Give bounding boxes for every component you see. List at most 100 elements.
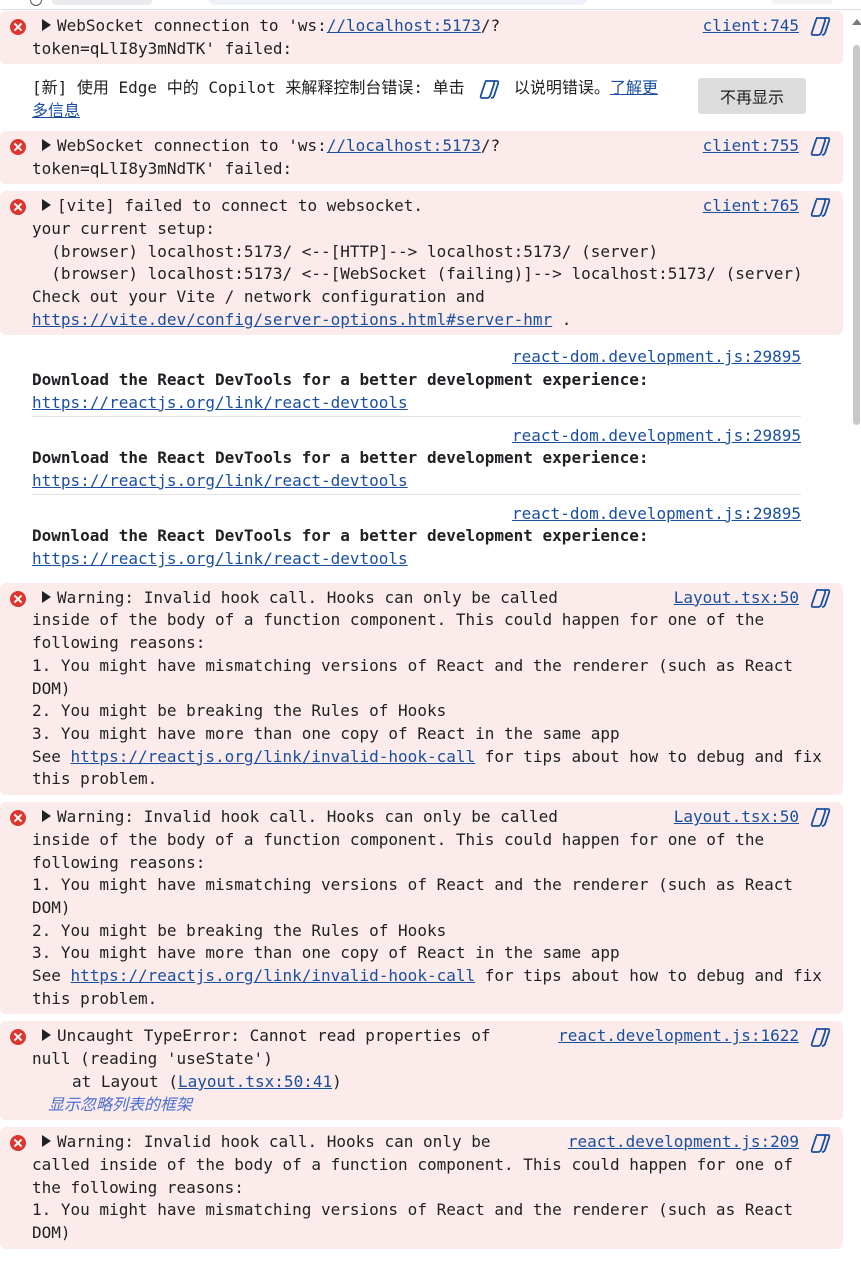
console-error-message[interactable]: client:745 WebSocket connection to 'ws:/…: [0, 11, 843, 65]
copilot-notice: [新] 使用 Edge 中的 Copilot 来解释控制台错误: 单击 以说明错…: [0, 71, 843, 130]
source-link[interactable]: react.development.js:209: [568, 1131, 831, 1154]
message-text: /?: [480, 16, 501, 35]
copilot-icon[interactable]: [809, 588, 831, 609]
error-icon: [10, 199, 26, 216]
stack-frame: at Layout (Layout.tsx:50:41): [32, 1071, 831, 1094]
message-text: .: [552, 309, 572, 329]
console-error-message[interactable]: client:755 WebSocket connection to 'ws:/…: [0, 130, 843, 185]
expand-triangle-icon[interactable]: [42, 138, 51, 151]
message-text: WebSocket connection to 'ws:: [57, 16, 327, 35]
message-link[interactable]: https://reactjs.org/link/invalid-hook-ca…: [71, 747, 476, 766]
message-link[interactable]: //localhost:5173: [327, 16, 481, 35]
error-icon: [10, 1029, 26, 1046]
console-error-message[interactable]: Layout.tsx:50 Warning: Invalid hook call…: [0, 582, 843, 796]
source-link[interactable]: client:755: [703, 135, 831, 158]
message-text: Warning: Invalid hook call. Hooks can on…: [57, 587, 558, 607]
message-text: called inside of the body of a function …: [32, 1154, 793, 1243]
source-location[interactable]: react-dom.development.js:29895: [512, 504, 801, 523]
message-text: (browser) localhost:5173/ <--[WebSocket …: [32, 264, 803, 284]
message-text: Download the React DevTools for a better…: [32, 370, 649, 390]
copilot-icon: [480, 80, 500, 99]
error-icon: [10, 810, 26, 827]
copilot-icon[interactable]: [809, 197, 831, 217]
error-icon: [10, 138, 26, 155]
tab-fragment[interactable]: [52, 0, 152, 5]
notice-text-start: [新] 使用 Edge 中的 Copilot 来解释控制台错误: 单击: [32, 78, 475, 98]
message-text: Download the React DevTools for a better…: [32, 448, 649, 468]
error-icon: [10, 1135, 26, 1152]
console-log-message[interactable]: react-dom.development.js:29895 Download …: [0, 499, 843, 576]
notice-text: [新] 使用 Edge 中的 Copilot 来解释控制台错误: 单击 以说明错…: [32, 77, 666, 122]
message-text: inside of the body of a function compone…: [32, 610, 793, 766]
source-link[interactable]: Layout.tsx:50: [674, 587, 831, 610]
stack-frame-text: at Layout (: [72, 1071, 178, 1091]
message-text: (browser) localhost:5173/ <--[HTTP]--> l…: [32, 241, 659, 261]
toolbar-fragment[interactable]: [772, 0, 832, 4]
notice-text-end: 以说明错误。: [504, 78, 610, 98]
expand-triangle-icon[interactable]: [42, 590, 51, 603]
message-link[interactable]: https://reactjs.org/link/react-devtools: [32, 548, 801, 571]
message-link[interactable]: https://reactjs.org/link/react-devtools: [32, 470, 801, 493]
expand-triangle-icon[interactable]: [42, 810, 51, 823]
message-link[interactable]: https://reactjs.org/link/invalid-hook-ca…: [71, 966, 476, 985]
source-location[interactable]: Layout.tsx:50: [674, 587, 799, 610]
message-text: Uncaught TypeError: Cannot read properti…: [57, 1026, 491, 1046]
console-log-message[interactable]: react-dom.development.js:29895 Download …: [0, 342, 843, 420]
expand-triangle-icon[interactable]: [42, 1135, 51, 1148]
message-text: inside of the body of a function compone…: [32, 829, 793, 986]
message-text: Download the React DevTools for a better…: [32, 526, 649, 546]
divider: [0, 9, 861, 10]
error-icon: [10, 19, 26, 35]
console-panel: client:745 WebSocket connection to 'ws:/…: [0, 11, 843, 1249]
message-text: null (reading 'useState'): [32, 1049, 273, 1069]
dont-show-again-button[interactable]: 不再显示: [698, 78, 806, 115]
vertical-scrollbar[interactable]: [848, 11, 861, 1281]
source-location[interactable]: client:765: [703, 195, 799, 218]
source-link[interactable]: react.development.js:1622: [558, 1025, 831, 1048]
copilot-icon[interactable]: [809, 1133, 831, 1153]
console-error-message[interactable]: Layout.tsx:50 Warning: Invalid hook call…: [0, 802, 843, 1015]
console-error-message[interactable]: react.development.js:1622 Uncaught TypeE…: [0, 1021, 843, 1121]
clock-icon: [30, 0, 42, 6]
stack-frame-link[interactable]: Layout.tsx:50:41: [178, 1072, 332, 1091]
address-bar-fragment[interactable]: [208, 0, 588, 5]
message-text: Warning: Invalid hook call. Hooks can on…: [57, 1132, 491, 1152]
message-text: WebSocket connection to 'ws:: [57, 135, 327, 155]
console-error-message[interactable]: client:765 [vite] failed to connect to w…: [0, 191, 843, 336]
stack-frame-text: ): [332, 1071, 342, 1091]
message-text: [vite] failed to connect to websocket.: [57, 196, 424, 216]
message-text: token=qLlI8y3mNdTK' failed:: [32, 38, 293, 58]
console-error-message[interactable]: react.development.js:209 Warning: Invali…: [0, 1127, 843, 1249]
message-text: your current setup:: [32, 218, 216, 238]
copilot-icon[interactable]: [809, 1027, 831, 1047]
message-link[interactable]: //localhost:5173: [327, 136, 481, 155]
scroll-up-arrow-icon[interactable]: [852, 19, 861, 25]
expand-triangle-icon[interactable]: [42, 1029, 51, 1042]
scrollbar-thumb[interactable]: [853, 45, 860, 425]
copilot-icon[interactable]: [809, 807, 831, 828]
copilot-icon[interactable]: [809, 16, 831, 37]
message-text: Warning: Invalid hook call. Hooks can on…: [57, 807, 558, 827]
expand-triangle-icon[interactable]: [42, 19, 51, 31]
show-ignored-frames-link[interactable]: 显示忽略列表的框架: [32, 1094, 831, 1117]
expand-triangle-icon[interactable]: [42, 199, 51, 212]
source-location[interactable]: client:755: [703, 135, 799, 158]
error-icon: [10, 590, 26, 607]
source-link[interactable]: client:745: [703, 15, 831, 38]
source-location[interactable]: react.development.js:1622: [558, 1025, 799, 1048]
console-log-message[interactable]: react-dom.development.js:29895 Download …: [0, 421, 843, 499]
browser-top-strip: [0, 0, 861, 10]
message-link[interactable]: https://reactjs.org/link/react-devtools: [32, 392, 801, 415]
message-link[interactable]: https://vite.dev/config/server-options.h…: [32, 310, 552, 329]
source-location[interactable]: client:745: [703, 15, 799, 38]
source-link[interactable]: client:765: [703, 195, 831, 218]
message-text: /?: [480, 135, 501, 155]
copilot-icon[interactable]: [809, 136, 831, 157]
source-link[interactable]: Layout.tsx:50: [674, 806, 831, 829]
message-text: Check out your Vite / network configurat…: [32, 287, 495, 307]
source-location[interactable]: react-dom.development.js:29895: [512, 426, 801, 445]
source-location[interactable]: react-dom.development.js:29895: [512, 347, 801, 366]
source-location[interactable]: react.development.js:209: [568, 1131, 799, 1154]
source-location[interactable]: Layout.tsx:50: [674, 806, 799, 829]
message-text: token=qLlI8y3mNdTK' failed:: [32, 158, 293, 178]
